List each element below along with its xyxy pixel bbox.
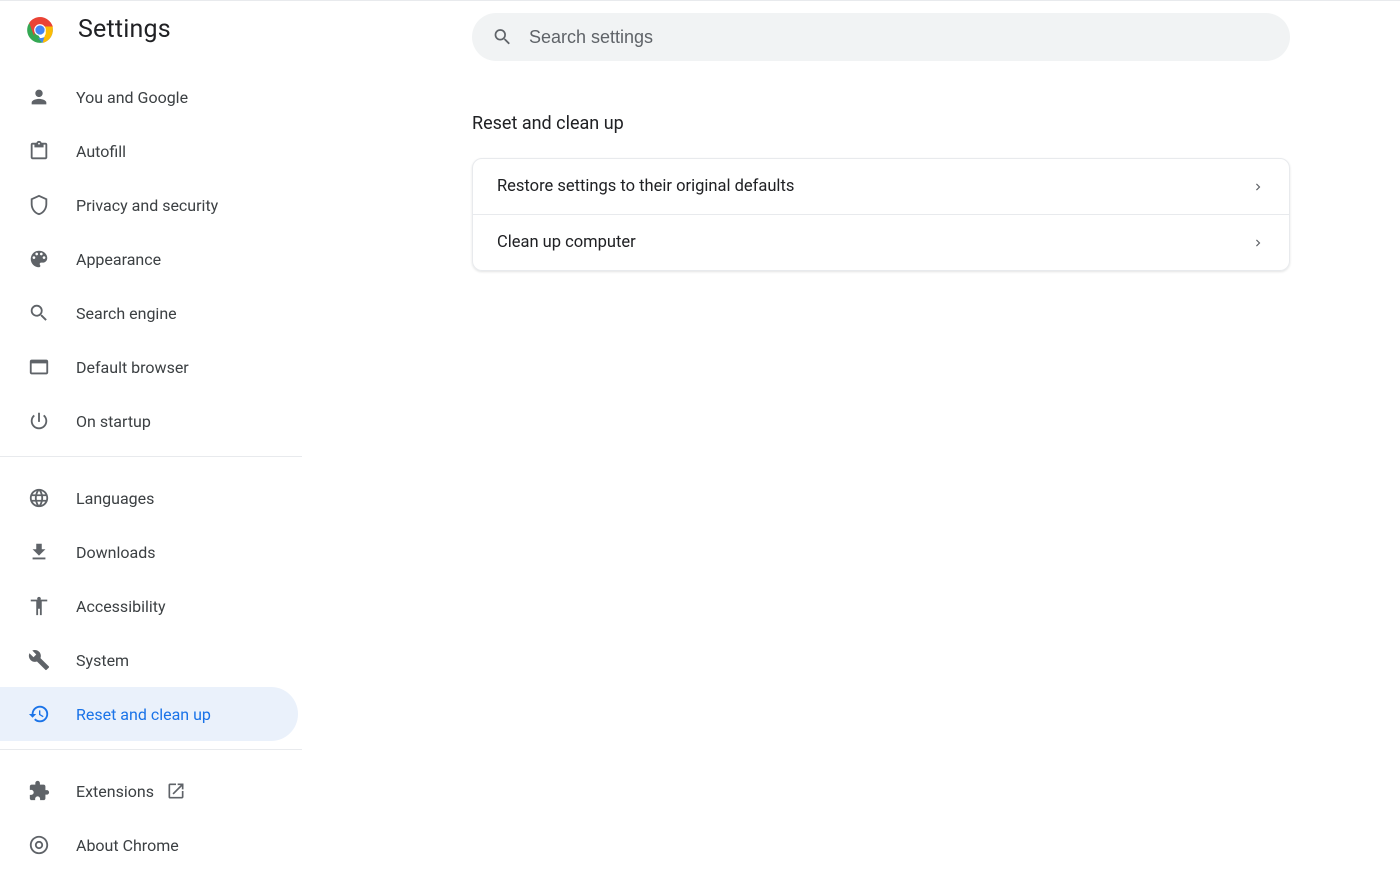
sidebar-item-search-engine[interactable]: Search engine xyxy=(0,286,302,340)
sidebar-item-system[interactable]: System xyxy=(0,633,302,687)
chrome-logo-icon xyxy=(26,16,54,44)
sidebar-item-label: Default browser xyxy=(76,358,189,377)
search-icon xyxy=(28,302,50,324)
sidebar-item-label: Downloads xyxy=(76,543,155,562)
sidebar-item-privacy-and-security[interactable]: Privacy and security xyxy=(0,178,302,232)
sidebar-item-label: Accessibility xyxy=(76,597,166,616)
sidebar-item-you-and-google[interactable]: You and Google xyxy=(0,70,302,124)
wrench-icon xyxy=(28,649,50,671)
sidebar-item-autofill[interactable]: Autofill xyxy=(0,124,302,178)
chrome-outline-icon xyxy=(28,834,50,856)
palette-icon xyxy=(28,248,50,270)
shield-icon xyxy=(28,194,50,216)
globe-icon xyxy=(28,487,50,509)
nav-section-primary: You and Google Autofill Privacy and secu… xyxy=(0,64,302,448)
chevron-right-icon xyxy=(1251,180,1265,194)
sidebar-item-label: Extensions xyxy=(76,782,154,801)
sidebar: Settings You and Google Autofill Privacy… xyxy=(0,1,302,896)
sidebar-item-about-chrome[interactable]: About Chrome xyxy=(0,818,302,872)
extension-icon xyxy=(28,780,50,802)
page-title: Settings xyxy=(78,15,171,44)
sidebar-item-label: About Chrome xyxy=(76,836,179,855)
sidebar-item-label: Autofill xyxy=(76,142,126,161)
search-input[interactable] xyxy=(529,27,1270,48)
sidebar-item-accessibility[interactable]: Accessibility xyxy=(0,579,302,633)
open-in-new-icon xyxy=(166,781,186,801)
option-label: Clean up computer xyxy=(497,233,636,252)
sidebar-item-label: Appearance xyxy=(76,250,161,269)
sidebar-item-downloads[interactable]: Downloads xyxy=(0,525,302,579)
option-clean-up-computer[interactable]: Clean up computer xyxy=(473,214,1289,270)
option-label: Restore settings to their original defau… xyxy=(497,177,794,196)
sidebar-header: Settings xyxy=(0,15,302,64)
sidebar-item-label: System xyxy=(76,651,129,670)
restore-icon xyxy=(28,703,50,725)
sidebar-divider xyxy=(0,456,302,457)
sidebar-item-appearance[interactable]: Appearance xyxy=(0,232,302,286)
section-title: Reset and clean up xyxy=(472,113,1290,134)
browser-icon xyxy=(28,356,50,378)
accessibility-icon xyxy=(28,595,50,617)
sidebar-item-label: Reset and clean up xyxy=(76,705,211,724)
download-icon xyxy=(28,541,50,563)
person-icon xyxy=(28,86,50,108)
sidebar-item-label: You and Google xyxy=(76,88,188,107)
sidebar-item-label: Privacy and security xyxy=(76,196,218,215)
sidebar-item-label: Languages xyxy=(76,489,154,508)
option-restore-defaults[interactable]: Restore settings to their original defau… xyxy=(473,159,1289,214)
sidebar-item-label: On startup xyxy=(76,412,151,431)
options-card: Restore settings to their original defau… xyxy=(472,158,1290,271)
clipboard-icon xyxy=(28,140,50,162)
chevron-right-icon xyxy=(1251,236,1265,250)
sidebar-item-languages[interactable]: Languages xyxy=(0,471,302,525)
search-icon xyxy=(492,26,513,48)
sidebar-item-label: Search engine xyxy=(76,304,177,323)
main-content: Reset and clean up Restore settings to t… xyxy=(302,1,1400,896)
sidebar-item-reset-and-clean-up[interactable]: Reset and clean up xyxy=(0,687,298,741)
nav-section-footer: Extensions About Chrome xyxy=(0,758,302,872)
sidebar-item-extensions[interactable]: Extensions xyxy=(0,764,302,818)
sidebar-item-on-startup[interactable]: On startup xyxy=(0,394,302,448)
search-bar[interactable] xyxy=(472,13,1290,61)
power-icon xyxy=(28,410,50,432)
sidebar-item-default-browser[interactable]: Default browser xyxy=(0,340,302,394)
sidebar-divider xyxy=(0,749,302,750)
nav-section-advanced: Languages Downloads Accessibility System… xyxy=(0,465,302,741)
